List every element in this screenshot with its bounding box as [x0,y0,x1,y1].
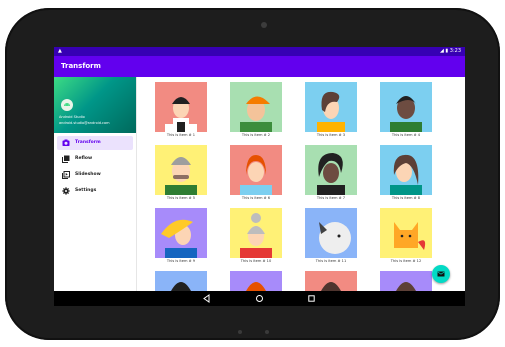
grid-item-caption: This is item # 8 [391,196,421,200]
email-icon [437,271,445,277]
drawer-item-reflow[interactable]: Reflow [57,152,133,166]
slideshow-icon [62,171,70,179]
sensor-left [238,330,242,334]
grid-item[interactable]: This is item # 7 [305,145,357,200]
drawer-item-slideshow[interactable]: Slideshow [57,168,133,182]
transform-icon [62,139,70,146]
avatar-image [305,208,357,258]
avatar-grid: This is item # 1 This is item # 2 This i… [144,82,464,306]
grid-item[interactable]: This is item # 10 [230,208,282,263]
grid-item-caption: This is item # 4 [391,133,421,137]
avatar-image [380,145,432,195]
avatar-image [230,145,282,195]
avatar-image [230,82,282,132]
drawer-menu: Transform Reflow Slideshow Settings [54,135,136,200]
grid-item[interactable]: This is item # 6 [230,145,282,200]
camera [261,22,267,28]
app-title: Transform [61,62,101,70]
grid-item-caption: This is item # 2 [241,133,271,137]
grid-item-caption: This is item # 10 [240,259,272,263]
drawer-item-label: Slideshow [75,172,101,177]
drawer-item-label: Settings [75,188,97,193]
avatar-image [305,82,357,132]
home-icon[interactable] [255,294,264,303]
grid-item[interactable]: This is item # 8 [380,145,432,200]
android-icon [64,103,70,106]
grid-item-caption: This is item # 5 [166,196,196,200]
avatar-image [155,208,207,258]
sensor-right [265,330,269,334]
grid-item-caption: This is item # 3 [316,133,346,137]
grid-item[interactable]: This is item # 2 [230,82,282,137]
avatar-image [230,208,282,258]
status-time: 3:23 [449,48,461,54]
device-screen: ▲ ◢ ▮ 3:23 Transform Android Studio andr… [54,47,465,306]
system-nav-bar [54,291,465,306]
status-right: ◢ ▮ 3:23 [440,47,461,56]
app-bar: Transform [54,56,465,77]
gear-icon [62,187,70,195]
warning-icon: ▲ [58,48,62,54]
grid-item[interactable]: This is item # 4 [380,82,432,137]
grid-item[interactable]: This is item # 5 [155,145,207,200]
recents-icon[interactable] [307,294,316,303]
grid-item[interactable]: This is item # 9 [155,208,207,263]
grid-item-caption: This is item # 6 [241,196,271,200]
drawer-item-label: Reflow [75,156,93,161]
grid-item-caption: This is item # 9 [166,259,196,263]
back-icon[interactable] [202,294,211,303]
drawer-header: Android Studio android.studio@android.co… [54,77,136,133]
drawer-user-name: Android Studio [59,115,85,119]
drawer-item-label: Transform [75,140,101,145]
avatar-image [155,145,207,195]
email-fab-button[interactable] [432,265,450,283]
avatar-image [380,208,432,258]
battery-icon: ▮ [445,48,449,54]
grid-item[interactable]: This is item # 1 [155,82,207,137]
drawer-item-transform[interactable]: Transform [57,136,133,150]
navigation-drawer: Android Studio android.studio@android.co… [54,77,137,291]
grid-item-caption: This is item # 7 [316,196,346,200]
status-bar: ▲ ◢ ▮ 3:23 [54,47,465,56]
avatar-image [155,82,207,132]
drawer-user-email: android.studio@android.com [59,121,110,125]
grid-item[interactable]: This is item # 11 [305,208,357,263]
grid-item-caption: This is item # 11 [315,259,347,263]
drawer-item-settings[interactable]: Settings [57,184,133,198]
avatar-image [380,82,432,132]
avatar-image [305,145,357,195]
grid-item-caption: This is item # 12 [390,259,422,263]
avatar[interactable] [61,99,73,111]
grid-item[interactable]: This is item # 12 [380,208,432,263]
grid-item-caption: This is item # 1 [166,133,196,137]
signal-icon: ◢ [439,48,444,54]
reflow-icon [62,155,70,163]
grid-item[interactable]: This is item # 3 [305,82,357,137]
